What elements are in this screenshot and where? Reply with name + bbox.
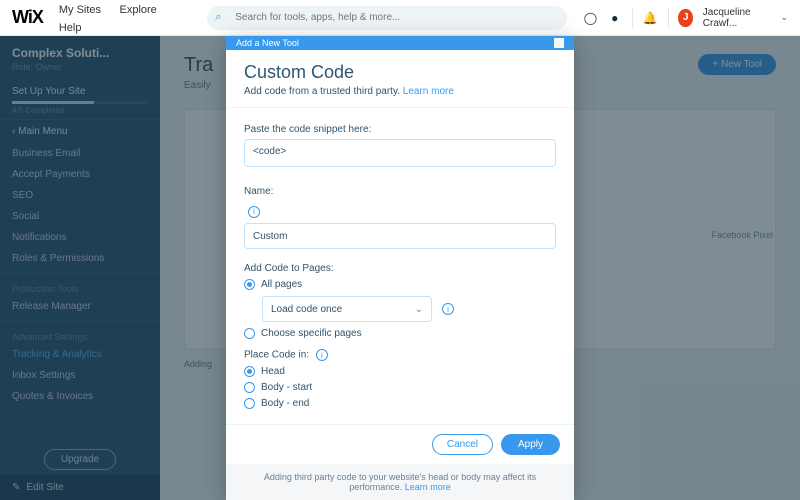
search-container: ⌕ <box>207 6 567 30</box>
nav-my-sites[interactable]: My Sites <box>59 4 101 16</box>
paste-label: Paste the code snippet here: <box>244 124 556 135</box>
avatar[interactable]: J <box>678 9 692 27</box>
radio-icon <box>244 398 255 409</box>
chat-icon[interactable]: ● <box>608 9 622 27</box>
separator <box>226 107 574 108</box>
apply-button[interactable]: Apply <box>501 434 560 455</box>
bell-icon[interactable]: 🔔 <box>643 9 658 27</box>
radio-choose-pages[interactable]: Choose specific pages <box>244 328 556 339</box>
learn-more-link[interactable]: Learn more <box>405 482 451 492</box>
radio-head[interactable]: Head <box>244 366 556 377</box>
modal-header-bar: Add a New Tool <box>226 36 574 50</box>
info-icon[interactable]: i <box>442 303 454 315</box>
divider <box>632 8 633 28</box>
place-code-label: Place Code in: i <box>244 349 556 361</box>
custom-code-modal: Add a New Tool Custom Code Add code from… <box>226 36 574 500</box>
chevron-down-icon[interactable]: ⌄ <box>780 12 788 23</box>
modal-footnote: Adding third party code to your website'… <box>226 464 574 500</box>
info-icon[interactable]: i <box>248 206 260 218</box>
user-name[interactable]: Jacqueline Crawf... <box>703 7 771 29</box>
code-snippet-input[interactable]: <code> <box>244 139 556 167</box>
radio-icon <box>244 279 255 290</box>
name-label: Name: <box>244 186 556 197</box>
divider <box>668 8 669 28</box>
radio-body-start[interactable]: Body - start <box>244 382 556 393</box>
top-bar: WiX My Sites Explore Help ⌕ ◯ ● 🔔 J Jacq… <box>0 0 800 36</box>
radio-icon <box>244 328 255 339</box>
top-nav: My Sites Explore Help <box>59 0 191 36</box>
radio-body-end[interactable]: Body - end <box>244 398 556 409</box>
nav-explore[interactable]: Explore <box>119 4 156 16</box>
close-icon[interactable] <box>554 38 564 48</box>
search-input[interactable] <box>207 6 567 30</box>
search-icon: ⌕ <box>215 11 221 24</box>
nav-help[interactable]: Help <box>59 22 82 34</box>
name-input[interactable] <box>244 223 556 249</box>
modal-bar-title: Add a New Tool <box>236 38 299 48</box>
info-icon[interactable]: i <box>316 349 328 361</box>
learn-more-link[interactable]: Learn more <box>403 86 454 97</box>
radio-icon <box>244 366 255 377</box>
load-option-select[interactable]: Load code once ⌄ <box>262 296 432 322</box>
modal-footer: Cancel Apply <box>226 424 574 464</box>
radio-all-pages[interactable]: All pages <box>244 279 556 290</box>
chevron-down-icon: ⌄ <box>415 304 423 315</box>
top-icons: ◯ ● 🔔 J Jacqueline Crawf... ⌄ <box>583 7 788 29</box>
cancel-button[interactable]: Cancel <box>432 434 493 455</box>
github-icon[interactable]: ◯ <box>583 9 597 27</box>
modal-title: Custom Code <box>244 62 556 83</box>
modal-description: Add code from a trusted third party. Lea… <box>244 86 556 97</box>
wix-logo[interactable]: WiX <box>12 7 43 28</box>
radio-icon <box>244 382 255 393</box>
add-to-pages-label: Add Code to Pages: <box>244 263 556 274</box>
